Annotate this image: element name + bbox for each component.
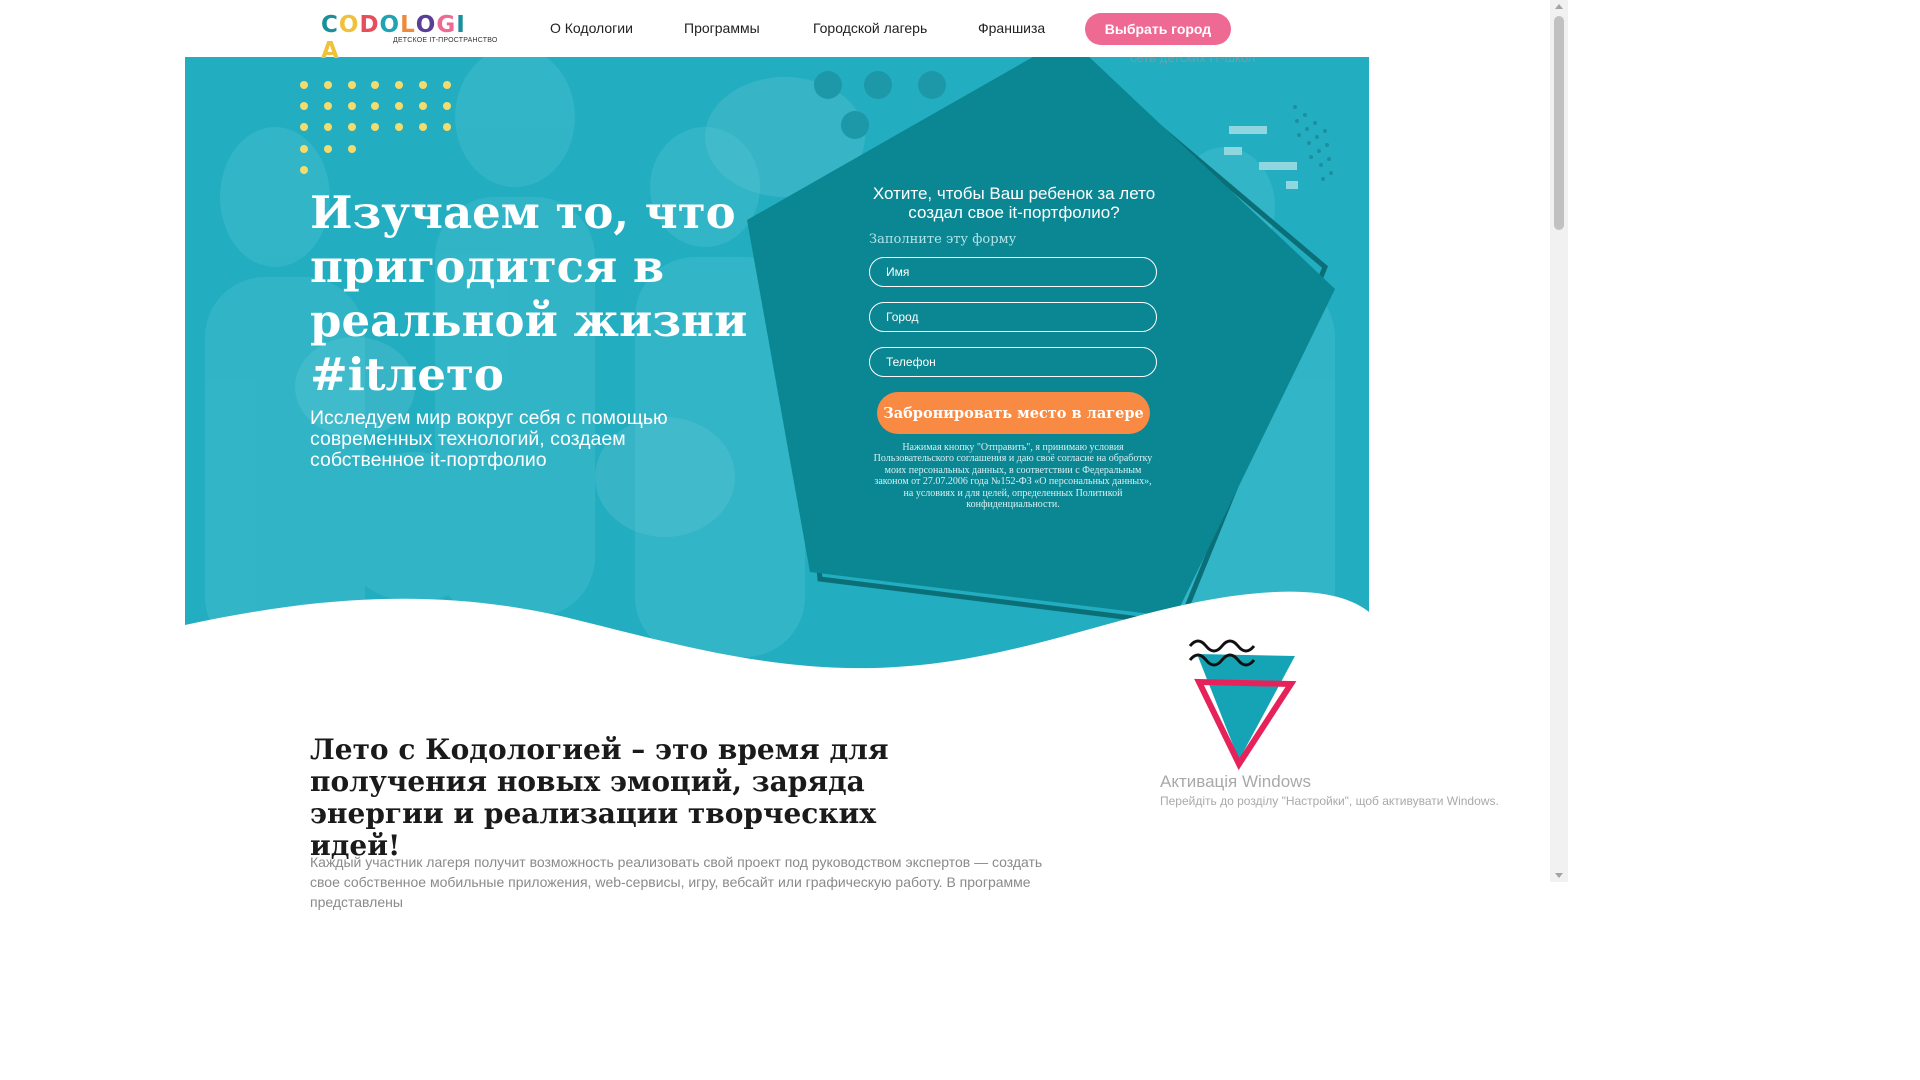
logo-tagline: ДЕТСКОЕ IT-ПРОСТРАНСТВО xyxy=(393,37,498,44)
choose-city-button[interactable]: Выбрать город xyxy=(1085,13,1231,45)
nav-item-city-camp[interactable]: Городской лагерь xyxy=(813,20,927,36)
form-title: Хотите, чтобы Ваш ребенок за лето создал… xyxy=(872,184,1156,222)
scroll-up-icon[interactable] xyxy=(1555,4,1563,9)
nav-item-about[interactable]: О Кодологии xyxy=(550,20,633,36)
scroll-thumb[interactable] xyxy=(1554,16,1564,230)
logo[interactable]: CODOLOGIA ДЕТСКОЕ IT-ПРОСТРАНСТВО xyxy=(321,12,497,64)
hero-background-caption: сеть детских IT-школ xyxy=(1130,57,1255,65)
consent-text: Нажимая кнопку "Отправить", я принимаю у… xyxy=(873,442,1153,511)
section-title: Лето с Кодологией – это время для получе… xyxy=(310,733,889,862)
site-header: CODOLOGIA ДЕТСКОЕ IT-ПРОСТРАНСТВО О Кодо… xyxy=(0,0,1550,64)
windows-activation-title: Активація Windows xyxy=(1160,772,1311,791)
decorative-triangle-icon xyxy=(1188,639,1297,771)
section-text: Каждый участник лагеря получит возможнос… xyxy=(310,854,1043,910)
hero-subtitle: Исследуем мир вокруг себя с помощью совр… xyxy=(310,407,668,471)
form-hint: Заполните эту форму xyxy=(869,232,1017,247)
windows-activation-subtitle: Перейдіть до розділу "Настройки", щоб ак… xyxy=(1160,794,1499,808)
book-camp-button[interactable]: Забронировать место в лагере xyxy=(877,392,1150,434)
phone-input[interactable] xyxy=(869,347,1157,377)
hero-title: Изучаем то, что пригодится в реальной жи… xyxy=(310,186,748,401)
city-input[interactable] xyxy=(869,302,1157,332)
name-input[interactable] xyxy=(869,257,1157,287)
page-scrollbar[interactable] xyxy=(1550,0,1568,882)
hero-section: сеть детских IT-школ Изучаем то, что при… xyxy=(185,57,1369,687)
nav-item-franchise[interactable]: Франшиза xyxy=(978,20,1045,36)
nav-item-programs[interactable]: Программы xyxy=(684,20,760,36)
scroll-down-icon[interactable] xyxy=(1555,873,1563,878)
